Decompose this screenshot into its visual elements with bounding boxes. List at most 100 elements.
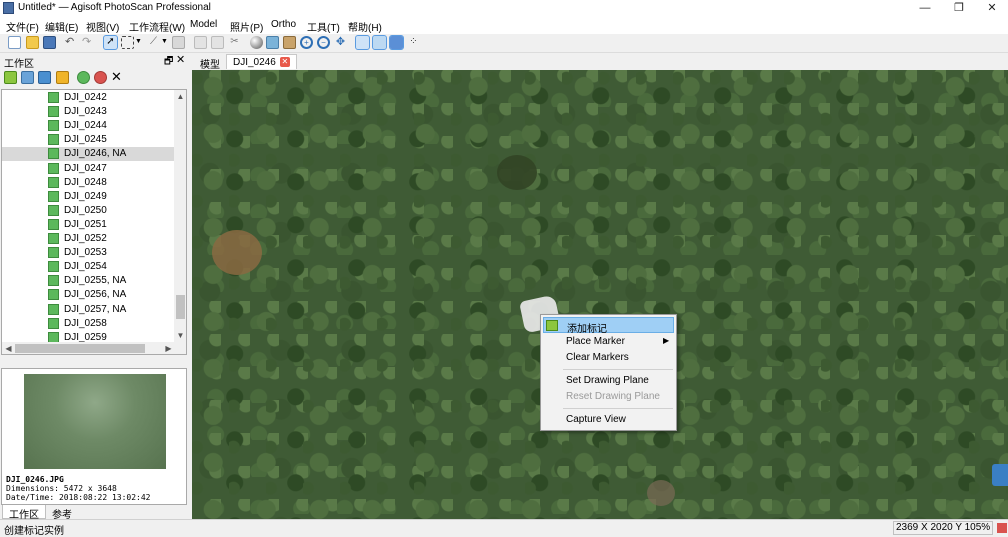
add-folder-icon[interactable] [38, 71, 51, 84]
show-markers-icon[interactable] [372, 35, 387, 50]
menu-bar: 文件(F) 编辑(E) 视图(V) 工作流程(W) Model 照片(P) Or… [0, 17, 1008, 34]
tree-item-label: DJI_0258 [64, 317, 107, 329]
rectangle-select-icon[interactable] [121, 36, 134, 49]
tab-reference[interactable]: 参考 [46, 505, 78, 521]
scroll-right-icon[interactable]: ▶ [162, 342, 175, 354]
tree-item-label: DJI_0253 [64, 247, 107, 259]
sphere-icon[interactable] [250, 36, 263, 49]
photo-view[interactable] [192, 70, 1008, 519]
tree-item[interactable]: DJI_0254 [2, 260, 174, 274]
tree-item[interactable]: DJI_0253 [2, 246, 174, 260]
tree-item[interactable]: DJI_0245 [2, 133, 174, 147]
minimize-button[interactable]: — [908, 0, 942, 17]
close-panel-icon[interactable]: ✕ [176, 53, 185, 66]
scroll-left-icon[interactable]: ◀ [2, 342, 15, 354]
menu-edit[interactable]: 编辑(E) [45, 19, 78, 34]
photo-icon [48, 289, 59, 301]
show-shapes-icon[interactable] [389, 35, 404, 50]
scroll-thumb[interactable] [15, 344, 145, 353]
dropdown-icon[interactable]: ▼ [161, 38, 168, 45]
scroll-up-icon[interactable]: ▲ [174, 90, 186, 103]
open-icon[interactable] [26, 36, 39, 49]
restore-button[interactable]: ❐ [942, 0, 976, 17]
tree-item[interactable]: DJI_0242 [2, 91, 174, 105]
tree-item[interactable]: DJI_0258 [2, 317, 174, 331]
menu-separator [563, 369, 673, 370]
remove-icon[interactable]: ✕ [110, 70, 123, 84]
navigation-icon[interactable]: ➚ [103, 35, 118, 50]
tree-item[interactable]: DJI_0256, NA [2, 288, 174, 302]
menu-item-label: 添加标记 [567, 324, 607, 335]
menu-help[interactable]: 帮助(H) [348, 19, 382, 34]
eraser-icon[interactable] [172, 36, 185, 49]
close-tab-icon[interactable]: ✕ [279, 57, 290, 68]
tree-item[interactable]: DJI_0244 [2, 119, 174, 133]
tab-photo[interactable]: DJI_0246 ✕ [226, 54, 297, 69]
tree-item-label: DJI_0254 [64, 261, 107, 273]
navigation-widget[interactable] [992, 464, 1008, 486]
grid-icon[interactable]: ⁘ [407, 36, 420, 49]
photo-tree: DJI_0242 DJI_0243 DJI_0244 DJI_0245 DJI_0246… [1, 89, 187, 355]
undo-icon[interactable]: ↶ [65, 36, 78, 49]
menu-view[interactable]: 视图(V) [86, 19, 119, 34]
menu-workflow[interactable]: 工作流程(W) [129, 19, 185, 34]
menu-capture-view[interactable]: Capture View [543, 412, 674, 428]
add-photos-icon[interactable] [21, 71, 34, 84]
tab-workspace[interactable]: 工作区 [2, 505, 46, 521]
zoom-out-icon[interactable]: − [317, 36, 330, 49]
horizontal-scrollbar[interactable]: ◀ ▶ [2, 342, 186, 354]
tree-item[interactable]: DJI_0250 [2, 204, 174, 218]
menu-model[interactable]: Model [190, 19, 217, 30]
menu-set-drawing-plane[interactable]: Set Drawing Plane [543, 373, 674, 389]
disable-icon[interactable] [94, 71, 107, 84]
tree-item[interactable]: DJI_0251 [2, 218, 174, 232]
move-icon[interactable]: ✥ [334, 36, 347, 49]
tree-item[interactable]: DJI_0255, NA [2, 274, 174, 288]
tree-item-label: DJI_0252 [64, 233, 107, 244]
menu-ortho[interactable]: Ortho [271, 19, 296, 30]
add-markers-icon[interactable] [56, 71, 69, 84]
tree-item[interactable]: DJI_0243 [2, 105, 174, 119]
menu-add-marker[interactable]: 添加标记 [543, 317, 674, 335]
menu-place-marker[interactable]: Place Marker ▶ [543, 334, 674, 350]
new-icon[interactable] [8, 36, 21, 49]
photo-icon [48, 275, 59, 287]
tree-item[interactable]: DJI_0246, NA [2, 147, 174, 162]
scroll-down-icon[interactable]: ▼ [174, 329, 186, 342]
status-indicator-icon [997, 523, 1007, 533]
tree-item[interactable]: DJI_0248 [2, 176, 174, 190]
tree-item[interactable]: DJI_0249 [2, 190, 174, 204]
menu-tools[interactable]: 工具(T) [307, 19, 340, 34]
tree-item[interactable]: DJI_0257, NA [2, 303, 174, 317]
tree-item[interactable]: DJI_0252 [2, 232, 174, 246]
terrain-icon[interactable] [283, 36, 296, 49]
dropdown-icon[interactable]: ▼ [135, 38, 142, 45]
redo-icon[interactable]: ↷ [82, 36, 95, 49]
crop-icon[interactable]: ✂ [228, 36, 241, 49]
menu-file[interactable]: 文件(F) [6, 19, 39, 34]
photo-icon [48, 261, 59, 273]
title-bar: Untitled* — Agisoft PhotoScan Profession… [0, 0, 1008, 17]
paste-icon[interactable] [211, 36, 224, 49]
surface-icon[interactable] [266, 36, 279, 49]
tree-item-label: DJI_0251 [64, 218, 107, 230]
enable-icon[interactable] [77, 71, 90, 84]
copy-icon[interactable] [194, 36, 207, 49]
ruler-icon[interactable]: ⟋ [147, 36, 160, 49]
close-button[interactable]: ✕ [975, 0, 1008, 17]
show-cameras-icon[interactable] [355, 35, 370, 50]
save-icon[interactable] [43, 36, 56, 49]
vertical-scrollbar[interactable]: ▲ ▼ [174, 90, 186, 342]
add-chunk-icon[interactable] [4, 71, 17, 84]
menu-item-label: Set Drawing Plane [566, 375, 649, 386]
dark-canopy-patch [497, 155, 537, 190]
tab-model[interactable]: 模型 [194, 54, 226, 71]
menu-item-label: Capture View [566, 414, 626, 425]
status-bar: 创建标记实例 2369 X 2020 Y 105% [0, 519, 1008, 537]
tree-item-label: DJI_0242 [64, 92, 107, 103]
menu-clear-markers[interactable]: Clear Markers [543, 350, 674, 366]
zoom-in-icon[interactable]: + [300, 36, 313, 49]
tree-item[interactable]: DJI_0247 [2, 162, 174, 176]
menu-photo[interactable]: 照片(P) [230, 19, 263, 34]
scroll-thumb[interactable] [176, 295, 185, 319]
